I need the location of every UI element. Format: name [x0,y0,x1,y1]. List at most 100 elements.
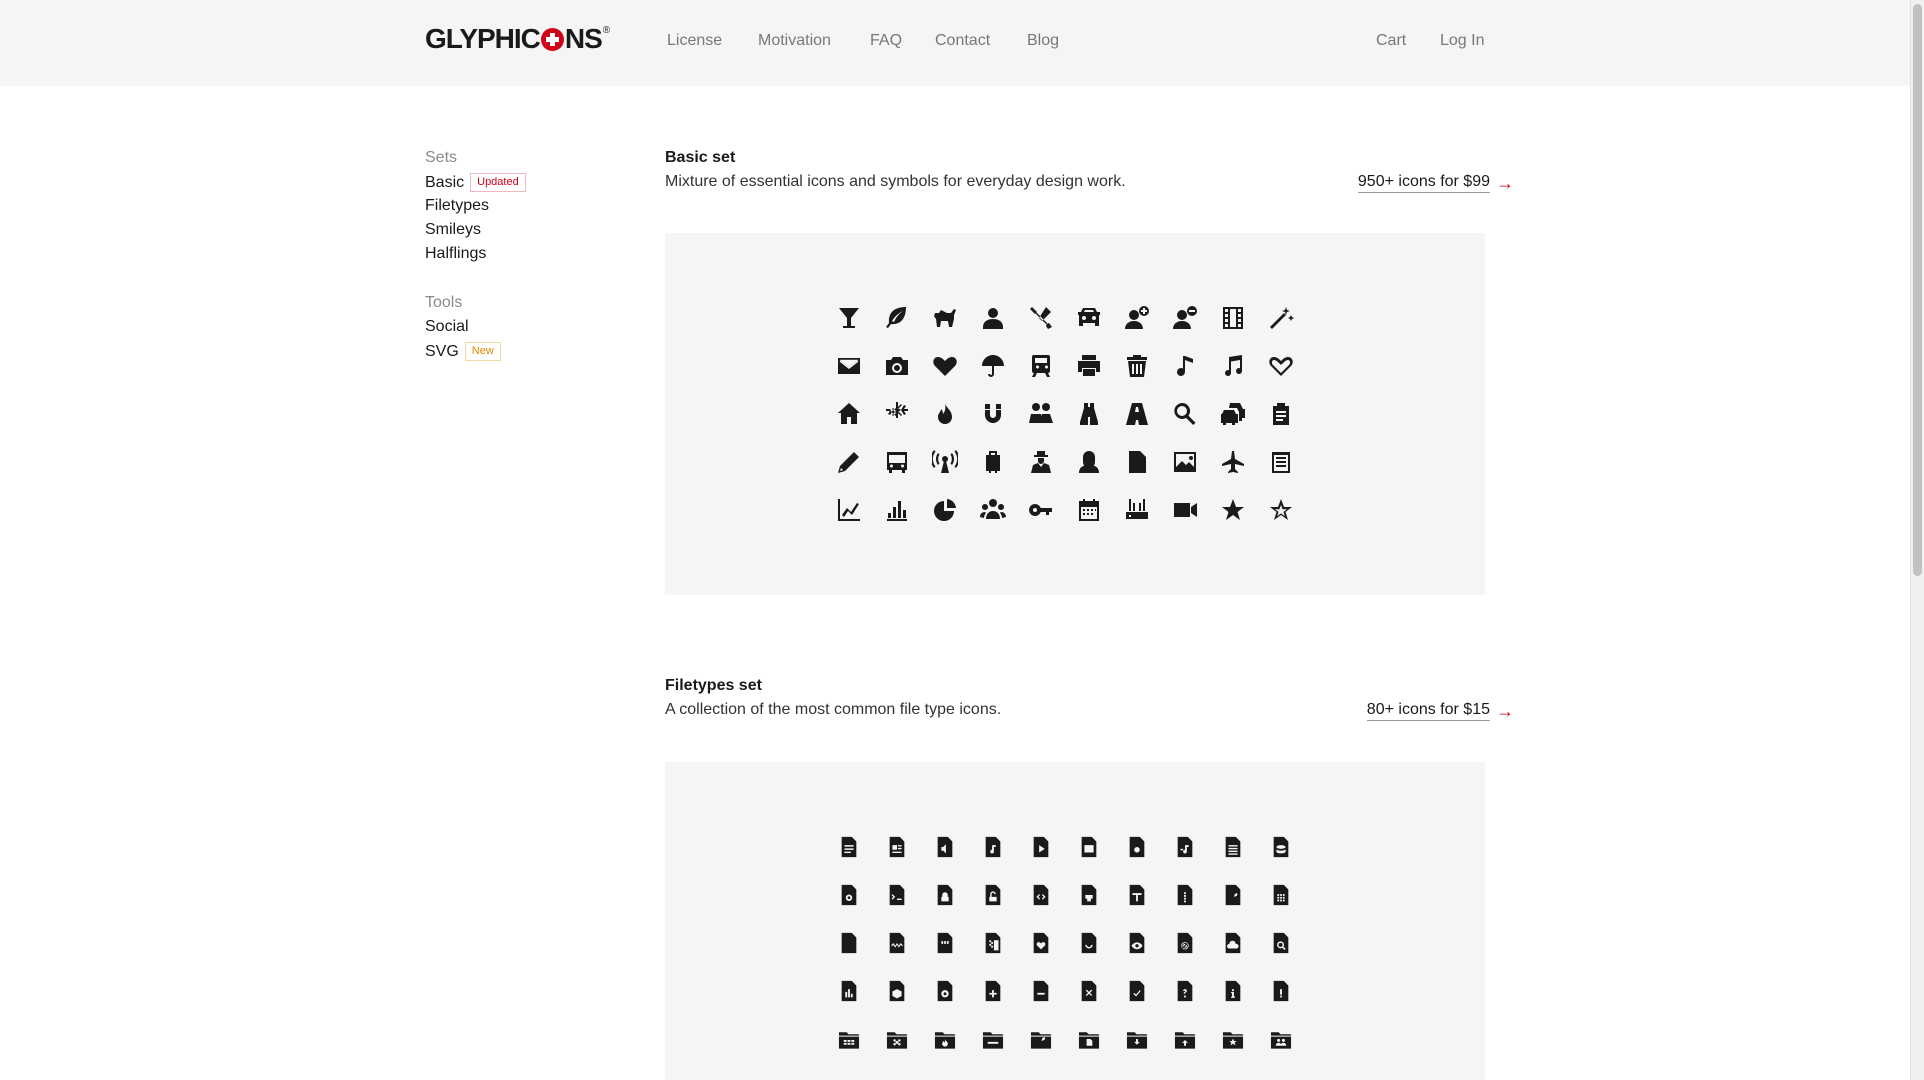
bus-icon[interactable] [873,438,921,486]
folder-tool-icon[interactable] [1017,1015,1065,1063]
file-list-icon[interactable] [1209,823,1257,871]
file-unlock-icon[interactable] [969,871,1017,919]
basic-set-buy-link[interactable]: 950+ icons for $99 → [1357,173,1514,193]
file-grid-icon[interactable] [1257,871,1305,919]
fire-icon[interactable] [921,390,969,438]
search-icon[interactable] [1161,390,1209,438]
folder-star-icon[interactable] [1209,1015,1257,1063]
file-blocked-icon[interactable] [1161,919,1209,967]
file-cloud-icon[interactable] [1209,919,1257,967]
file-music-icon[interactable] [969,823,1017,871]
file-search-icon[interactable] [1257,919,1305,967]
nav-login[interactable]: Log In [1440,32,1484,50]
user-silhouette-icon[interactable] [1065,438,1113,486]
file-plus-icon[interactable] [969,967,1017,1015]
car-icon[interactable] [1065,294,1113,342]
glyphicons-logo[interactable]: GLYPHIC NS ® [425,23,610,55]
file-target-icon[interactable] [921,967,969,1015]
folder-grid-icon[interactable] [825,1015,873,1063]
file-question-icon[interactable] [1161,967,1209,1015]
page-scrollbar[interactable] [1910,0,1924,1080]
file-lock-icon[interactable] [921,871,969,919]
nav-contact[interactable]: Contact [935,32,990,50]
file-wave-icon[interactable] [873,919,921,967]
snowflake-icon[interactable] [873,390,921,438]
music-note-icon[interactable] [1161,342,1209,390]
pie-chart-icon[interactable] [921,486,969,534]
dog-icon[interactable] [921,294,969,342]
file-video-icon[interactable] [1017,823,1065,871]
filetypes-set-buy-link[interactable]: 80+ icons for $15 → [1366,701,1514,721]
nav-faq[interactable]: FAQ [870,32,902,50]
cars-icon[interactable] [1209,390,1257,438]
folder-users-icon[interactable] [1257,1015,1305,1063]
train-icon[interactable] [1017,342,1065,390]
file-archive-icon[interactable] [969,919,1017,967]
binoculars-icon[interactable] [1065,390,1113,438]
tools-icon[interactable] [1017,294,1065,342]
camera-icon[interactable] [873,342,921,390]
envelope-icon[interactable] [825,342,873,390]
umbrella-icon[interactable] [969,342,1017,390]
folder-flower-icon[interactable] [873,1015,921,1063]
sidebar-item-social[interactable]: Social [425,318,469,336]
sidebar-item-smileys[interactable]: Smileys [425,221,481,239]
file-smile-icon[interactable] [1065,919,1113,967]
woman-icon[interactable] [1017,438,1065,486]
music-notes-icon[interactable] [1209,342,1257,390]
file-audio-icon[interactable] [921,823,969,871]
print-icon[interactable] [1065,342,1113,390]
bar-chart-icon[interactable] [873,486,921,534]
file-type-icon[interactable] [1113,871,1161,919]
nav-blog[interactable]: Blog [1027,32,1059,50]
airplane-icon[interactable] [1209,438,1257,486]
scrollbar-thumb[interactable] [1913,4,1922,576]
antenna-icon[interactable] [921,438,969,486]
file-heart-icon[interactable] [1017,919,1065,967]
line-chart-icon[interactable] [825,486,873,534]
file-blank-icon[interactable] [825,919,873,967]
file-eye-icon[interactable] [1113,919,1161,967]
file-settings-icon[interactable] [825,871,873,919]
file-info-icon[interactable] [1209,967,1257,1015]
user-icon[interactable] [969,294,1017,342]
nav-cart[interactable]: Cart [1376,32,1406,50]
file-minus-icon[interactable] [1017,967,1065,1015]
clipboard-icon[interactable] [1257,390,1305,438]
group-icon[interactable] [969,486,1017,534]
file-database-icon[interactable] [1257,823,1305,871]
film-icon[interactable] [1209,294,1257,342]
folder-fire-icon[interactable] [921,1015,969,1063]
star-outline-icon[interactable] [1257,486,1305,534]
sidebar-item-filetypes[interactable]: Filetypes [425,197,489,215]
glass-icon[interactable] [825,294,873,342]
folder-file-icon[interactable] [1065,1015,1113,1063]
magnet-icon[interactable] [969,390,1017,438]
magic-wand-icon[interactable] [1257,294,1305,342]
user-add-icon[interactable] [1113,294,1161,342]
file-camera-icon[interactable] [1113,823,1161,871]
trash-icon[interactable] [1113,342,1161,390]
heart-icon[interactable] [921,342,969,390]
file-card-icon[interactable] [873,823,921,871]
user-remove-icon[interactable] [1161,294,1209,342]
luggage-icon[interactable] [969,438,1017,486]
key-icon[interactable] [1017,486,1065,534]
picture-icon[interactable] [1161,438,1209,486]
file-alert-icon[interactable] [1257,967,1305,1015]
file-check-icon[interactable] [1113,967,1161,1015]
router-icon[interactable] [1113,486,1161,534]
file-zip-icon[interactable] [1161,871,1209,919]
home-icon[interactable] [825,390,873,438]
nav-license[interactable]: License [667,32,722,50]
nav-motivation[interactable]: Motivation [758,32,831,50]
pencil-icon[interactable] [825,438,873,486]
file-terminal-icon[interactable] [873,871,921,919]
folder-download-icon[interactable] [1113,1015,1161,1063]
file-code-icon[interactable] [1017,871,1065,919]
sidebar-item-svg[interactable]: SVG New [425,342,501,361]
notepad-icon[interactable] [1257,438,1305,486]
leaf-icon[interactable] [873,294,921,342]
file-chart-icon[interactable] [825,967,873,1015]
calendar-icon[interactable] [1065,486,1113,534]
